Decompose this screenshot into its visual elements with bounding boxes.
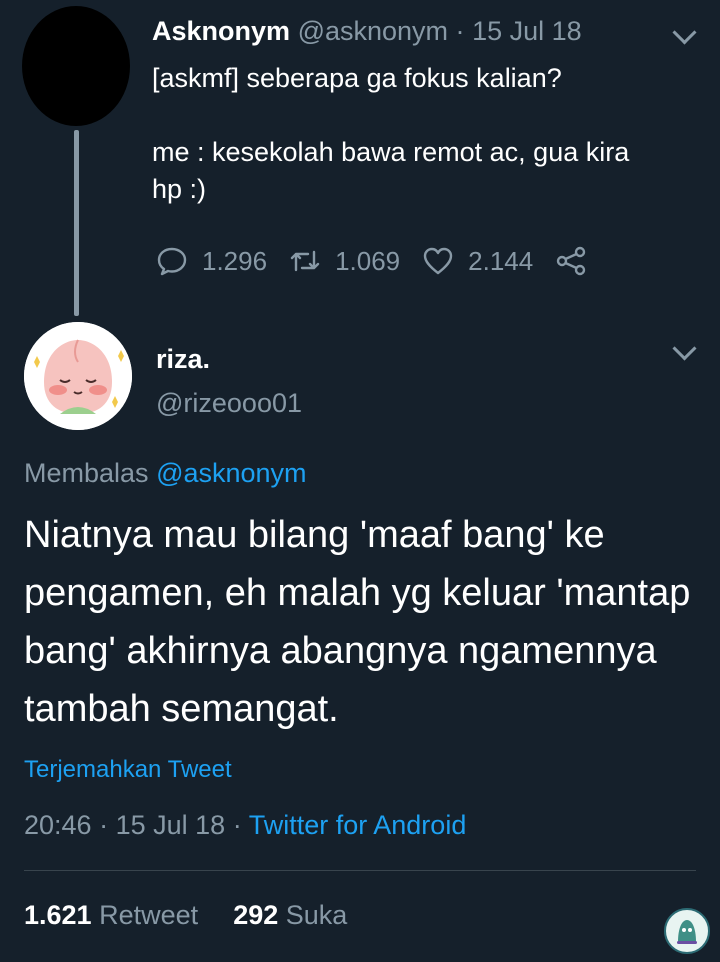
like-stat-count: 292: [233, 900, 279, 930]
parent-date[interactable]: 15 Jul 18: [472, 16, 582, 46]
reply-tweet-text: Niatnya mau bilang 'maaf bang' ke pengam…: [24, 514, 691, 730]
reply-handle[interactable]: @rizeooo01: [156, 388, 302, 419]
parent-header: Asknonym @asknonym · 15 Jul 18: [152, 16, 582, 47]
peach-avatar-image: [24, 322, 132, 430]
like-icon: [423, 247, 453, 275]
replying-to-label: Membalas: [24, 458, 149, 488]
tweet-date: 15 Jul 18: [115, 810, 226, 840]
tweet-actions: 1.296 1.069 2.144: [156, 244, 609, 278]
retweet-button[interactable]: 1.069: [289, 245, 400, 277]
like-count: 2.144: [468, 245, 534, 276]
reply-button[interactable]: 1.296: [156, 245, 267, 277]
reply-count: 1.296: [202, 245, 268, 276]
like-stat[interactable]: 292 Suka: [233, 900, 347, 930]
like-stat-label: Suka: [285, 900, 348, 930]
reply-avatar[interactable]: [24, 322, 132, 430]
reply-name[interactable]: riza.: [156, 344, 210, 375]
share-icon: [557, 246, 586, 276]
divider: [24, 870, 696, 871]
retweet-count: 1.069: [335, 245, 401, 276]
chevron-down-icon[interactable]: [672, 336, 697, 361]
bot-badge-icon[interactable]: [664, 908, 710, 954]
thread-line: [74, 130, 79, 316]
meta-separator-2: ·: [232, 810, 242, 840]
tweet-meta: 20:46 · 15 Jul 18 · Twitter for Android: [24, 810, 466, 841]
retweet-icon: [290, 250, 320, 272]
tweet-source-link[interactable]: Twitter for Android: [249, 810, 467, 840]
like-button[interactable]: 2.144: [422, 245, 533, 277]
parent-name[interactable]: Asknonym: [152, 16, 290, 46]
tweet-stats: 1.621 Retweet 292 Suka: [24, 900, 347, 931]
meta-separator-1: ·: [99, 810, 109, 840]
parent-handle[interactable]: @asknonym: [298, 16, 448, 46]
reply-icon: [157, 247, 187, 276]
replying-to-handle[interactable]: @asknonym: [156, 458, 306, 488]
parent-separator: ·: [455, 16, 465, 46]
chevron-down-icon[interactable]: [672, 20, 697, 45]
share-button[interactable]: [555, 245, 587, 277]
replying-to: Membalas @asknonym: [24, 458, 307, 489]
retweet-stat-count: 1.621: [24, 900, 92, 930]
tweet-time: 20:46: [24, 810, 92, 840]
parent-tweet-text: [askmf] seberapa ga fokus kalian? me : k…: [152, 63, 630, 204]
parent-avatar[interactable]: [22, 6, 130, 126]
retweet-stat[interactable]: 1.621 Retweet: [24, 900, 206, 930]
translate-tweet-link[interactable]: Terjemahkan Tweet: [24, 756, 232, 784]
retweet-stat-label: Retweet: [99, 900, 199, 930]
